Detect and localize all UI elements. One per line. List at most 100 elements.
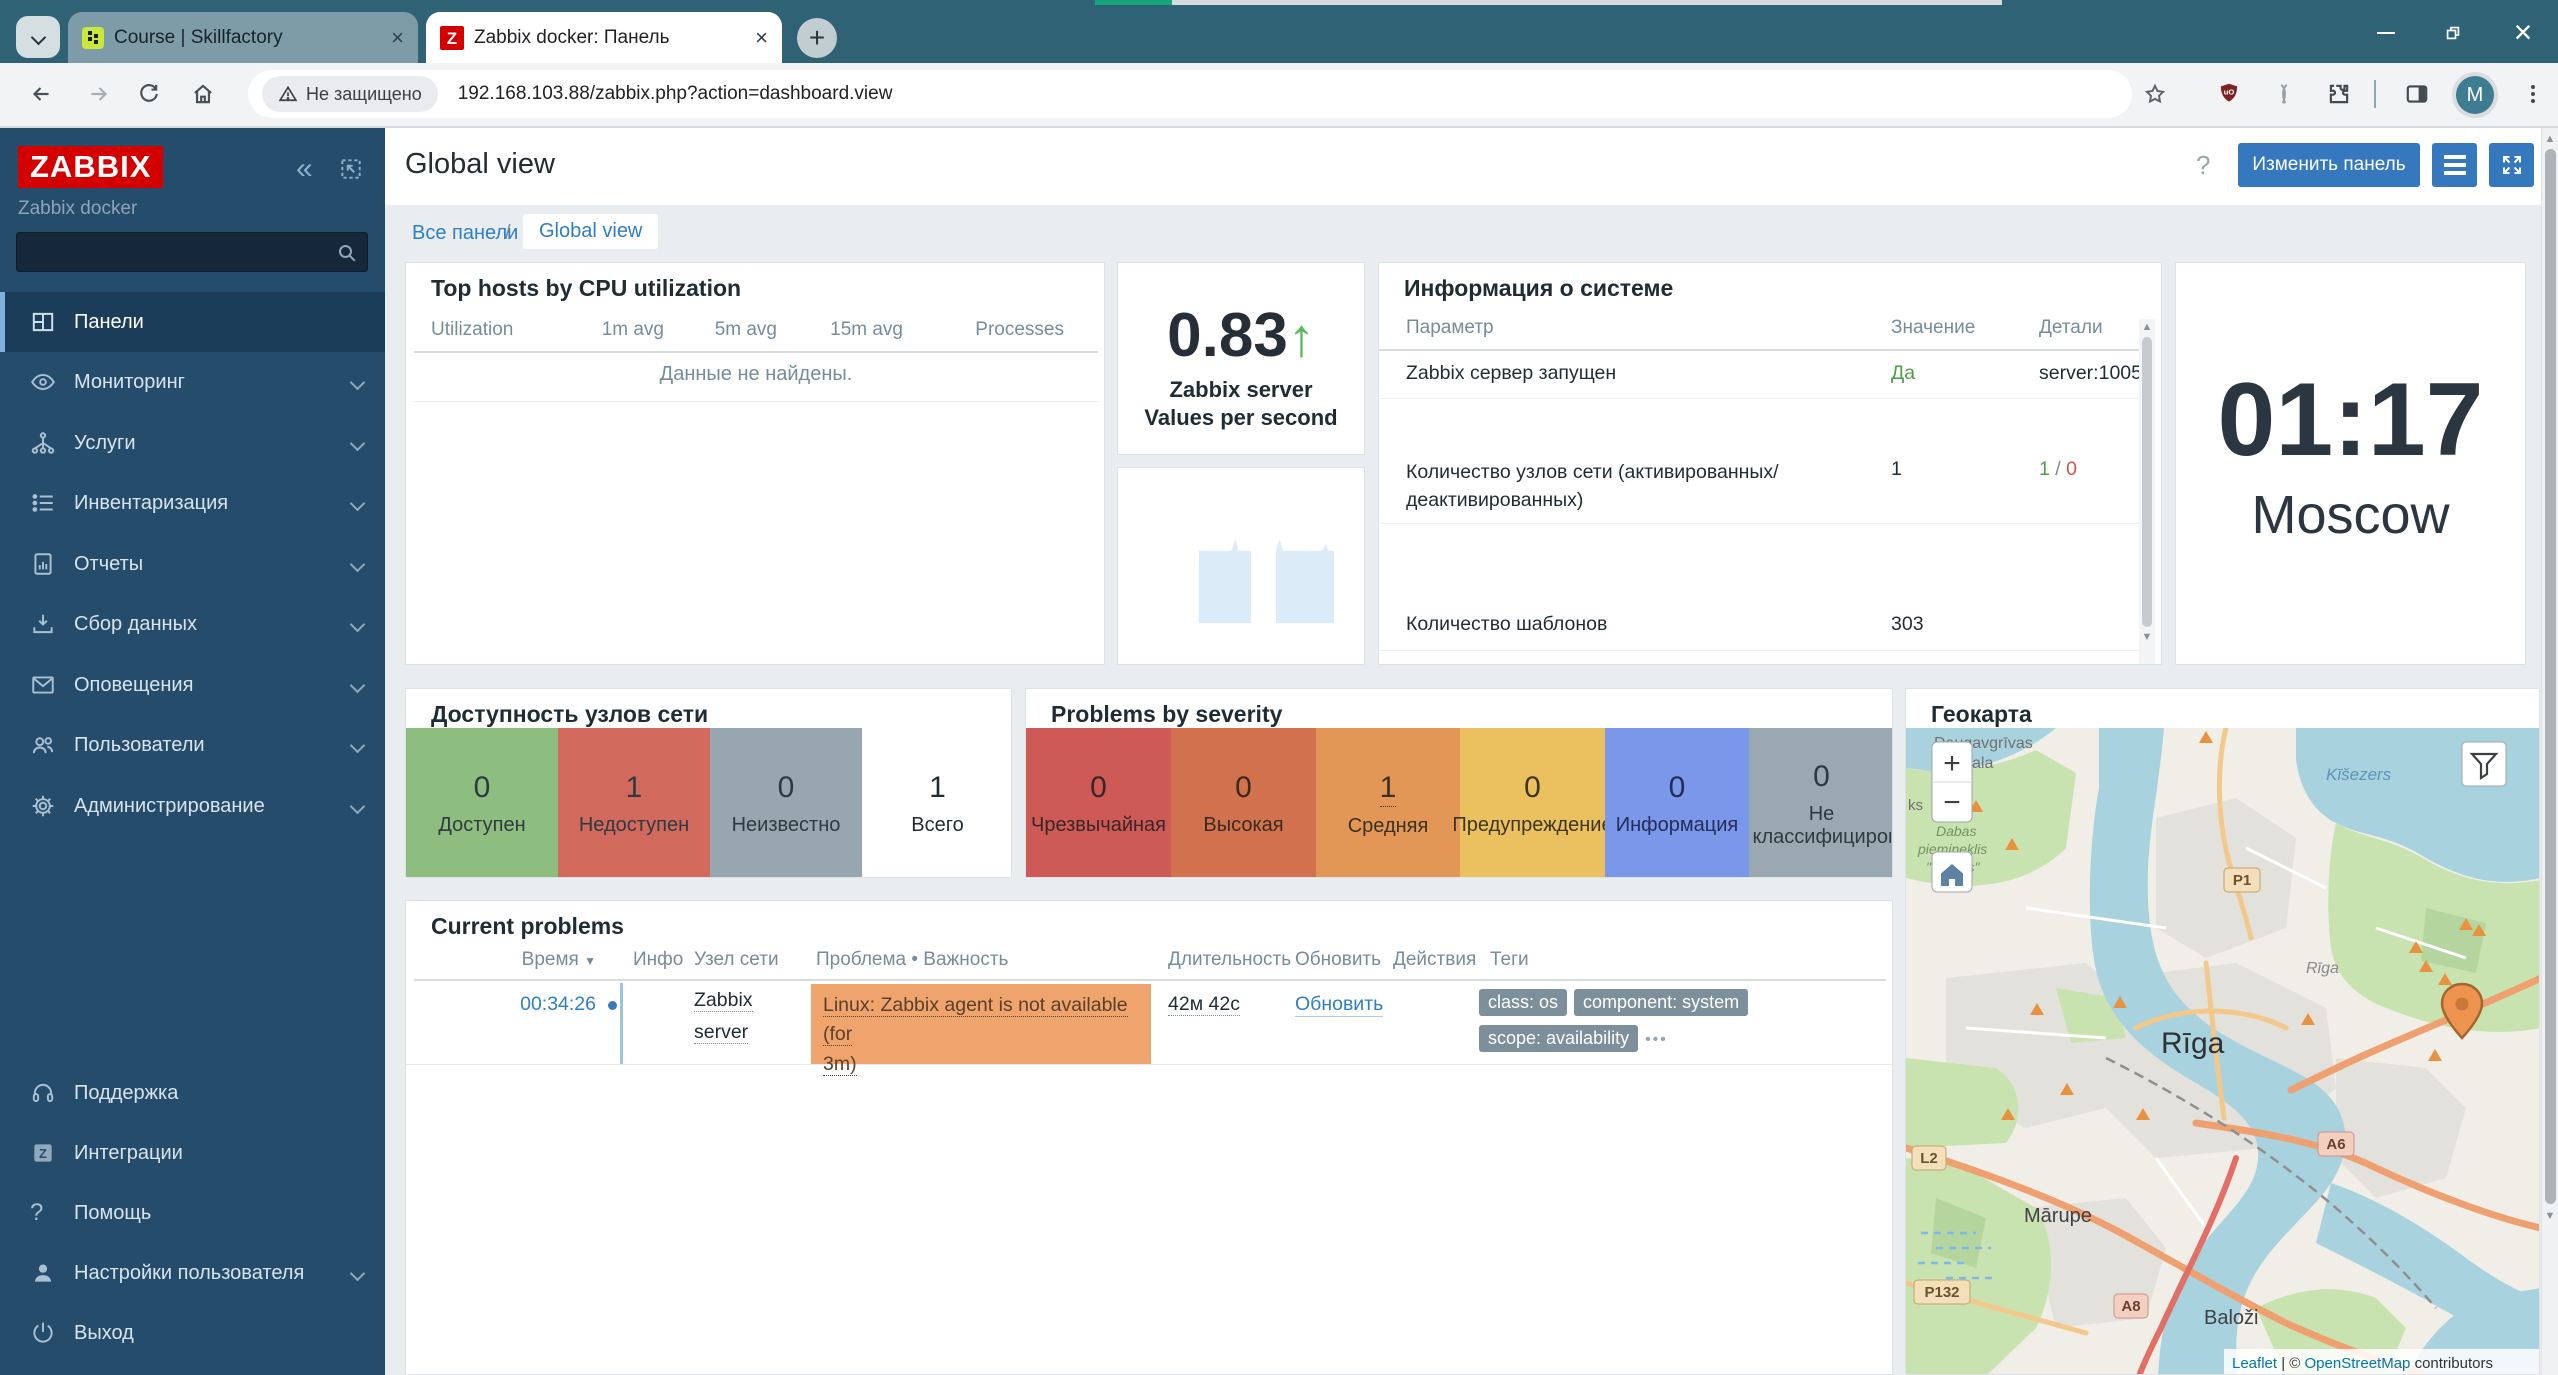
extensions-button[interactable] <box>2318 73 2360 115</box>
security-chip[interactable]: Не защищено <box>262 76 438 112</box>
page-scrollbar[interactable]: ▲ ▼ <box>2541 128 2558 1375</box>
sidebar-search-input[interactable] <box>25 236 329 268</box>
gear-icon <box>30 793 56 819</box>
sidebar-item-label: Сбор данных <box>74 613 197 636</box>
sidebar-item-help[interactable]: ? Помощь <box>0 1183 385 1243</box>
host-link[interactable]: Zabbix <box>694 989 753 1012</box>
sidebar-item-monitoring[interactable]: Мониторинг <box>0 352 385 412</box>
question-icon: ? <box>30 1199 56 1227</box>
window-restore-button[interactable] <box>2432 14 2474 52</box>
forward-button[interactable] <box>78 73 120 115</box>
home-button[interactable] <box>182 73 224 115</box>
sidebar-item-services[interactable]: Услуги <box>0 413 385 473</box>
tab-close-icon[interactable]: × <box>755 27 768 49</box>
column-header[interactable]: Узел сети <box>694 949 779 971</box>
sidebar-item-integrations[interactable]: Z Интеграции <box>0 1123 385 1183</box>
column-header: Обновить <box>1295 949 1381 971</box>
profile-button[interactable]: M <box>2452 72 2498 118</box>
trend-up-arrow-icon: ↑ <box>1288 308 1315 368</box>
side-panel-button[interactable] <box>2396 73 2438 115</box>
edit-dashboard-button[interactable]: Изменить панель <box>2238 143 2420 187</box>
browser-tab-skillfactory[interactable]: Course | Skillfactory × <box>68 12 418 63</box>
column-header[interactable]: Проблема • Важность <box>816 949 1008 971</box>
sidebar-collapse-button[interactable]: « <box>296 152 313 186</box>
sidebar-item-label: Интеграции <box>74 1142 183 1165</box>
sidebar-item-alerts[interactable]: Оповещения <box>0 655 385 715</box>
url-input[interactable] <box>456 82 1960 106</box>
sidebar-search[interactable] <box>16 232 368 272</box>
leaflet-link[interactable]: Leaflet <box>2232 1355 2278 1372</box>
new-tab-button[interactable]: + <box>797 18 837 58</box>
ublock-extension-button[interactable]: uO <box>2208 73 2250 115</box>
tab-close-icon[interactable]: × <box>391 27 404 49</box>
sidebar-item-administration[interactable]: Администрирование <box>0 776 385 836</box>
reload-button[interactable] <box>128 73 170 115</box>
zoom-in-button[interactable]: + <box>1943 747 1961 780</box>
breadcrumb-current[interactable]: Global view <box>523 214 658 249</box>
tab-search-button[interactable] <box>16 16 60 58</box>
column-header[interactable]: 1m avg <box>564 319 664 341</box>
sidebar-item-data-collection[interactable]: Сбор данных <box>0 594 385 654</box>
scroll-up-icon[interactable]: ▲ <box>2542 133 2558 145</box>
tag-badge[interactable]: scope: availability <box>1479 1025 1638 1052</box>
browser-tab-zabbix[interactable]: Z Zabbix docker: Панель × <box>426 12 782 63</box>
scroll-up-icon[interactable]: ▲ <box>2139 321 2155 333</box>
host-link[interactable]: server <box>694 1021 748 1044</box>
sidebar-pin-button[interactable] <box>338 156 364 182</box>
problem-time-link[interactable]: 00:34:26 <box>466 993 596 1016</box>
zoom-out-button[interactable]: − <box>1943 786 1961 819</box>
sidebar-item-reports[interactable]: Отчеты <box>0 534 385 594</box>
map-home-button[interactable] <box>1932 852 1972 892</box>
scroll-down-icon[interactable]: ▼ <box>2542 1210 2558 1222</box>
dashboard-menu-button[interactable] <box>2432 143 2477 187</box>
address-bar[interactable]: Не защищено <box>248 70 2132 118</box>
severity-box-information: 0Информация <box>1605 728 1749 878</box>
back-button[interactable] <box>20 73 62 115</box>
map-filter-button[interactable] <box>2462 742 2506 786</box>
sidebar-item-support[interactable]: Поддержка <box>0 1063 385 1123</box>
restore-icon <box>2443 23 2463 43</box>
sidebar-item-users[interactable]: Пользователи <box>0 715 385 775</box>
column-header-time[interactable]: Время ▼ <box>466 949 596 971</box>
widget-scrollbar[interactable]: ▲ ▼ <box>2139 319 2155 664</box>
zabbix-logo[interactable]: ZABBIX <box>18 146 163 188</box>
problem-link[interactable]: 3m) <box>823 1053 857 1076</box>
kiosk-mode-button[interactable] <box>2489 143 2534 187</box>
puzzle-icon <box>2326 81 2352 107</box>
zabbix-favicon: Z <box>440 26 464 50</box>
tag-badge[interactable]: class: os <box>1479 989 1567 1016</box>
browser-menu-button[interactable] <box>2512 73 2554 115</box>
z-square-icon: Z <box>30 1140 56 1166</box>
scrollbar-thumb[interactable] <box>2545 149 2556 1204</box>
sidebar-item-logout[interactable]: Выход <box>0 1303 385 1363</box>
column-header[interactable]: Processes <box>964 319 1064 341</box>
window-close-button[interactable]: × <box>2500 10 2546 54</box>
geomap-canvas[interactable]: P1 A6 L2 P132 A8 Daugavgrīvas sala ks Da… <box>1906 728 2540 1375</box>
toolbar-separator <box>2374 80 2376 108</box>
tag-badge[interactable]: component: system <box>1574 989 1748 1016</box>
svg-text:Rīga: Rīga <box>2306 960 2339 977</box>
window-minimize-button[interactable] <box>2365 14 2407 52</box>
bookmark-button[interactable] <box>2134 73 2176 115</box>
update-link[interactable]: Обновить <box>1295 993 1383 1017</box>
sidebar-item-inventory[interactable]: Инвентаризация <box>0 473 385 533</box>
sidebar-item-user-settings[interactable]: Настройки пользователя <box>0 1243 385 1303</box>
ribbon-extension-button[interactable] <box>2263 73 2305 115</box>
value: Да <box>1891 362 1915 385</box>
problem-link[interactable]: Linux: Zabbix agent is not available (fo… <box>823 994 1128 1046</box>
scroll-down-icon[interactable]: ▼ <box>2139 631 2155 643</box>
scrollbar-thumb[interactable] <box>2142 337 2152 627</box>
sidebar-item-dashboards[interactable]: Панели <box>0 292 385 352</box>
table-row: Количество узлов сети (активированных/де… <box>1379 447 2139 524</box>
breadcrumb-all-dashboards[interactable]: Все панели <box>412 222 518 245</box>
column-header[interactable]: 15m avg <box>803 319 903 341</box>
duration-hint[interactable]: 42м 42с <box>1168 993 1240 1016</box>
column-header[interactable]: 5m avg <box>677 319 777 341</box>
column-header[interactable]: Utilization <box>431 319 513 341</box>
power-icon <box>30 1320 56 1346</box>
map-zoom-control[interactable]: + − <box>1932 742 1972 822</box>
more-tags-button[interactable]: ••• <box>1645 1031 1668 1048</box>
sidebar-item-label: Пользователи <box>74 734 205 757</box>
help-icon[interactable]: ? <box>2196 150 2210 181</box>
osm-link[interactable]: OpenStreetMap <box>2305 1355 2411 1372</box>
